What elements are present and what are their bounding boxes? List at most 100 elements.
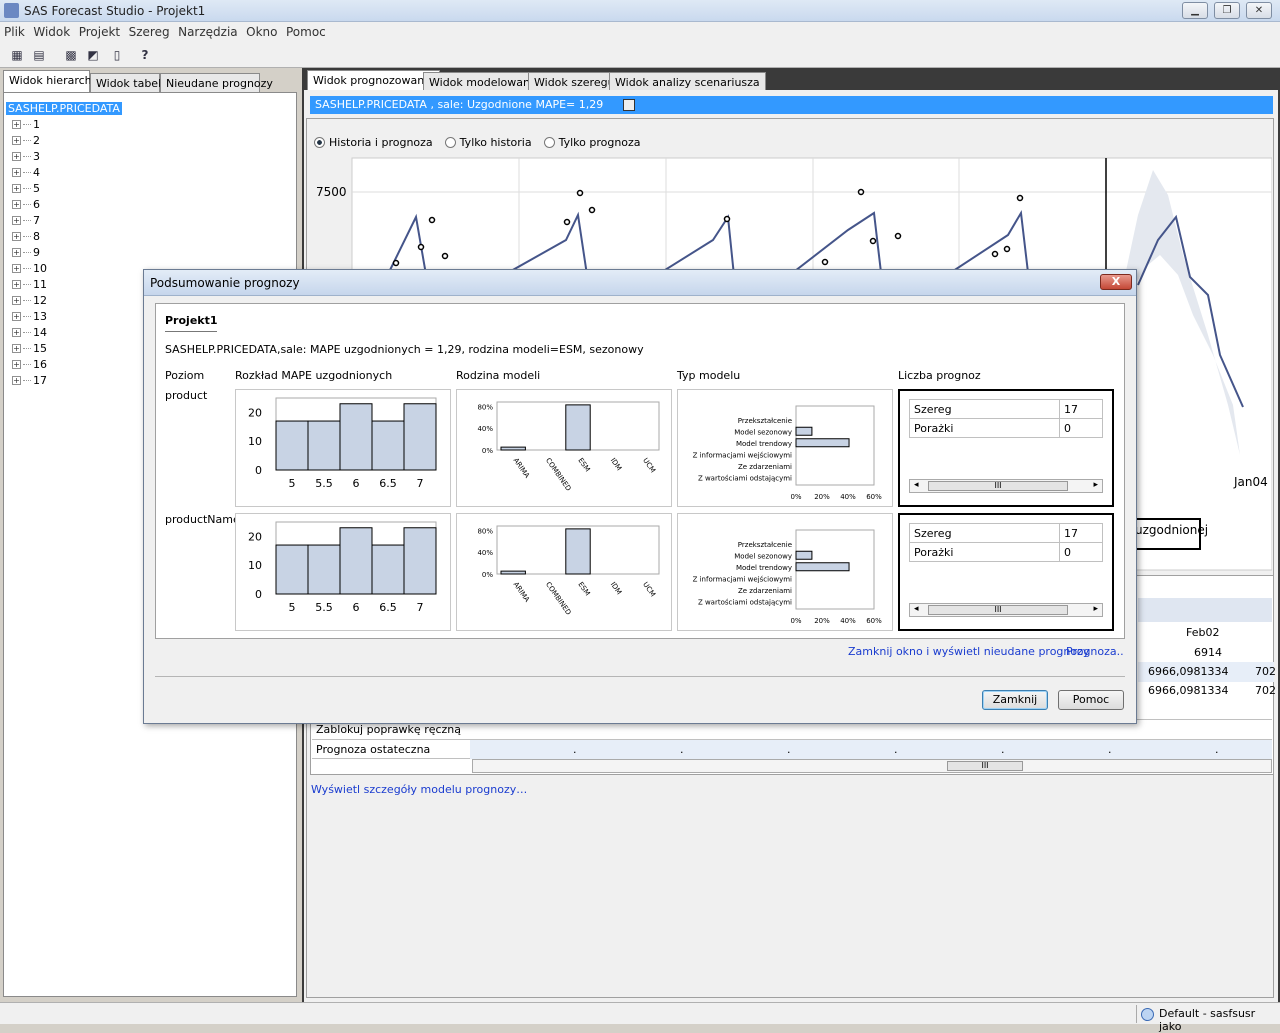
expand-icon[interactable]: + xyxy=(12,311,21,321)
col-header-mape: Rozkład MAPE uzgodnionych xyxy=(235,369,393,382)
expand-icon[interactable]: + xyxy=(12,279,21,289)
tab-widok-prognozowania[interactable]: Widok prognozowania xyxy=(307,70,440,92)
tree-connector xyxy=(23,363,31,365)
category-label: Z informacjami wejściowymi xyxy=(693,451,792,459)
tree-item[interactable]: +10 xyxy=(12,260,122,276)
expand-icon[interactable]: + xyxy=(12,199,21,209)
menu-szereg[interactable]: Szereg xyxy=(129,25,170,39)
scroll-right-icon[interactable]: ▸ xyxy=(1093,480,1098,490)
tree-item-label: 8 xyxy=(33,229,40,243)
tab-widok-analizy-scenariusza[interactable]: Widok analizy scenariusza xyxy=(609,72,766,92)
maximize-button[interactable]: ❐ xyxy=(1214,2,1240,19)
expand-icon[interactable]: + xyxy=(12,151,21,161)
tree-item[interactable]: +7 xyxy=(12,212,122,228)
table-hscrollbar[interactable]: III xyxy=(472,759,1272,773)
close-and-show-failed-link[interactable]: Zamknij okno i wyświetl nieudane prognoz… xyxy=(848,645,1089,658)
expand-icon[interactable]: + xyxy=(12,231,21,241)
tree-item-label: 5 xyxy=(33,181,40,195)
tree-item-label: 17 xyxy=(33,373,47,387)
tick-label: 60% xyxy=(866,493,882,501)
forecast-link[interactable]: Prognoza.. xyxy=(1066,645,1124,658)
scroll-right-icon[interactable]: ▸ xyxy=(1093,604,1098,614)
tree-item[interactable]: +5 xyxy=(12,180,122,196)
dialog-close-button[interactable]: X xyxy=(1100,274,1132,290)
pomoc-button[interactable]: Pomoc xyxy=(1058,690,1124,710)
radio-label: Historia i prognoza xyxy=(329,136,433,149)
radio-tylko-prognoza[interactable]: Tylko prognoza xyxy=(543,136,641,149)
expand-icon[interactable]: + xyxy=(12,135,21,145)
scroll-left-icon[interactable]: ◂ xyxy=(914,480,919,490)
tree-item[interactable]: +14 xyxy=(12,324,122,340)
category-label: 6 xyxy=(353,477,360,490)
category-label: 6.5 xyxy=(379,477,397,490)
expand-icon[interactable]: + xyxy=(12,247,21,257)
expand-icon[interactable]: + xyxy=(12,343,21,353)
expand-icon[interactable]: + xyxy=(12,263,21,273)
expand-icon[interactable]: + xyxy=(12,375,21,385)
bar xyxy=(339,527,373,595)
expand-icon[interactable]: + xyxy=(12,183,21,193)
edit-icon[interactable] xyxy=(622,99,635,111)
model-type-chart: Przekształcenie Model sezonowy Model trend… xyxy=(693,529,882,625)
menu-okno[interactable]: Okno xyxy=(246,25,277,39)
model-details-link[interactable]: Wyświetl szczegóły modelu prognozy… xyxy=(311,783,527,796)
radio-historia-i-prognoza[interactable]: Historia i prognoza xyxy=(314,136,433,149)
model-family-chart: ARIMA COMBINED ESM IDM UCM 0% 40% 80% xyxy=(477,525,660,617)
scroll-thumb[interactable]: III xyxy=(928,481,1068,491)
expand-icon[interactable]: + xyxy=(12,359,21,369)
tab-widok-hierarchii[interactable]: Widok hierarchii xyxy=(3,70,98,92)
help-icon[interactable]: ? xyxy=(136,46,154,64)
status-user: Default - sasfsusr jako xyxy=(1136,1005,1278,1033)
tree-item[interactable]: +3 xyxy=(12,148,122,164)
count-scrollbar[interactable]: ◂ III ▸ xyxy=(909,479,1103,493)
table-cell: . xyxy=(573,743,577,756)
hierarchy-tree: SASHELP.PRICEDATA +1 +2 +3 +4 +5 +6 +7 +8 +9 +10 +… xyxy=(6,100,122,388)
category-label: Ze zdarzeniami xyxy=(738,587,792,595)
table-cell: . xyxy=(1215,743,1219,756)
expand-icon[interactable]: + xyxy=(12,295,21,305)
new-project-icon[interactable]: ▦ xyxy=(8,46,26,64)
count-scrollbar[interactable]: ◂ III ▸ xyxy=(909,603,1103,617)
tab-widok-tabeli[interactable]: Widok tabeli xyxy=(90,73,164,93)
menu-pomoc[interactable]: Pomoc xyxy=(286,25,326,39)
document-icon[interactable]: ▯ xyxy=(108,46,126,64)
menu-projekt[interactable]: Projekt xyxy=(79,25,120,39)
expand-icon[interactable]: + xyxy=(12,119,21,129)
tree-item[interactable]: +13 xyxy=(12,308,122,324)
tree-item[interactable]: +17 xyxy=(12,372,122,388)
scroll-thumb[interactable]: III xyxy=(947,761,1023,771)
tree-root[interactable]: SASHELP.PRICEDATA xyxy=(6,101,122,115)
zamknij-button[interactable]: Zamknij xyxy=(982,690,1048,710)
forecast-icon[interactable]: ▩ xyxy=(62,46,80,64)
tree-connector xyxy=(23,283,31,285)
scroll-thumb[interactable]: III xyxy=(928,605,1068,615)
open-project-icon[interactable]: ▤ xyxy=(30,46,48,64)
tree-item[interactable]: +11 xyxy=(12,276,122,292)
tree-item[interactable]: +9 xyxy=(12,244,122,260)
minimize-button[interactable]: ▁ xyxy=(1182,2,1208,19)
tree-item[interactable]: +16 xyxy=(12,356,122,372)
tree-item[interactable]: +1 xyxy=(12,116,122,132)
radio-label: Tylko prognoza xyxy=(558,136,641,149)
tree-item[interactable]: +8 xyxy=(12,228,122,244)
tree-item[interactable]: +6 xyxy=(12,196,122,212)
menu-narzedzia[interactable]: Narzędzia xyxy=(178,25,238,39)
table-cell: 6966,0981334 xyxy=(1148,665,1229,678)
tab-nieudane-prognozy[interactable]: Nieudane prognozy xyxy=(160,73,273,93)
tab-widok-szeregu[interactable]: Widok szeregu xyxy=(528,72,621,92)
bar xyxy=(795,438,850,448)
expand-icon[interactable]: + xyxy=(12,215,21,225)
tree-item[interactable]: +2 xyxy=(12,132,122,148)
radio-tylko-historia[interactable]: Tylko historia xyxy=(444,136,532,149)
expand-icon[interactable]: + xyxy=(12,167,21,177)
tree-item[interactable]: +15 xyxy=(12,340,122,356)
close-window-button[interactable]: ✕ xyxy=(1246,2,1272,19)
tree-item[interactable]: +12 xyxy=(12,292,122,308)
series-icon[interactable]: ◩ xyxy=(84,46,102,64)
expand-icon[interactable]: + xyxy=(12,327,21,337)
scroll-left-icon[interactable]: ◂ xyxy=(914,604,919,614)
legend-fragment: uzgodnionej xyxy=(1127,518,1208,550)
tree-item[interactable]: +4 xyxy=(12,164,122,180)
menu-plik[interactable]: Plik xyxy=(4,25,25,39)
menu-widok[interactable]: Widok xyxy=(33,25,70,39)
